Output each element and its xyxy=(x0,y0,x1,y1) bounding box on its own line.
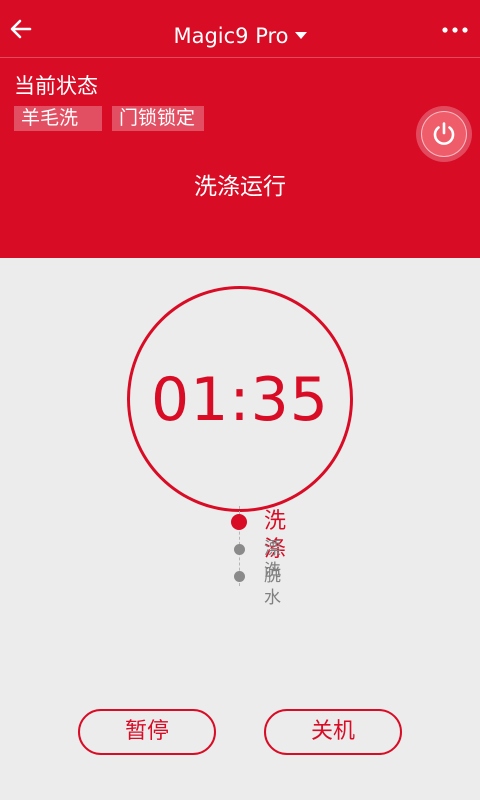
more-options-button[interactable] xyxy=(436,16,474,44)
arrow-left-icon xyxy=(10,19,32,39)
step-dot-spin xyxy=(234,571,245,582)
pause-button[interactable]: 暂停 xyxy=(78,709,216,755)
step-dot-wash xyxy=(231,514,247,530)
washer-control-screen: Magic9 Pro 当前状态 羊毛洗 门锁锁定 洗涤运行 01:35 洗涤 漂… xyxy=(0,0,480,800)
power-icon xyxy=(433,122,455,145)
step-label-spin: 脱水 xyxy=(264,566,281,608)
caret-down-icon xyxy=(294,32,307,39)
remaining-time: 01:35 xyxy=(151,365,329,435)
step-dot-rinse xyxy=(234,544,245,555)
power-button[interactable] xyxy=(416,106,472,162)
device-title: Magic9 Pro xyxy=(173,24,289,48)
status-tag-program: 羊毛洗 xyxy=(14,106,102,131)
back-button[interactable] xyxy=(6,14,36,44)
more-dots-icon xyxy=(442,27,468,33)
current-status-label: 当前状态 xyxy=(14,74,98,98)
title-bar: Magic9 Pro xyxy=(0,0,480,58)
status-tag-door-lock: 门锁锁定 xyxy=(112,106,204,131)
power-off-button[interactable]: 关机 xyxy=(264,709,402,755)
status-header-panel: Magic9 Pro 当前状态 羊毛洗 门锁锁定 洗涤运行 xyxy=(0,0,480,258)
device-selector[interactable]: Magic9 Pro xyxy=(130,22,350,50)
running-state-text: 洗涤运行 xyxy=(194,174,286,200)
title-divider xyxy=(0,57,480,58)
